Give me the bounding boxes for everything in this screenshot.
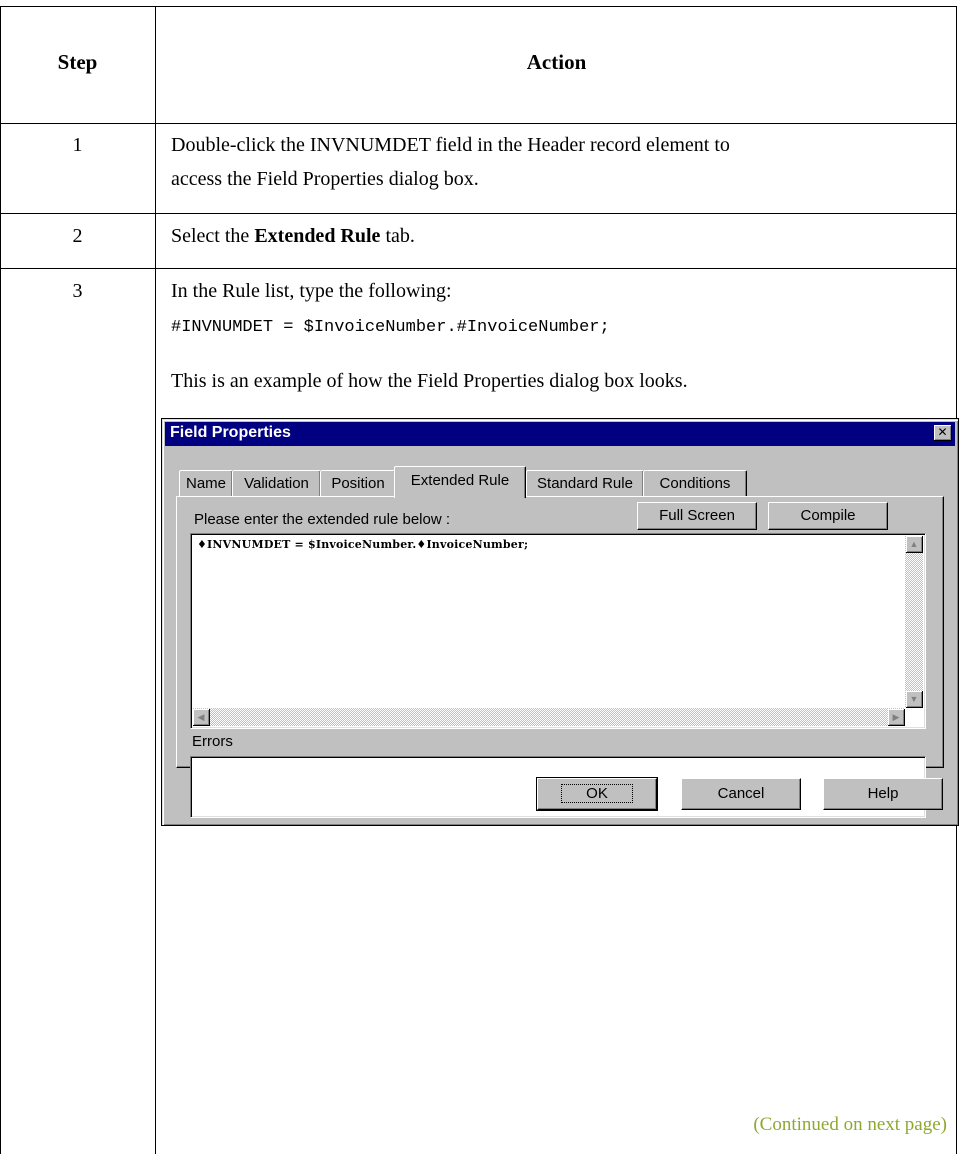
table-row-divider [0,213,957,214]
cancel-button[interactable]: Cancel [681,778,801,810]
step-action-line: access the Field Properties dialog box. [171,168,479,190]
scroll-up-icon[interactable]: ▲ [906,536,923,553]
step-action-text: Double-click the INVNUMDET field in the … [171,128,730,196]
dialog-title: Field Properties [170,424,291,441]
errors-label: Errors [192,733,233,750]
scroll-left-icon[interactable]: ◀ [193,709,210,726]
field-properties-dialog: Field Properties ✕ Name Validation Posit… [161,418,959,826]
scroll-down-icon[interactable]: ▼ [906,691,923,708]
ok-button-label: OK [561,784,633,803]
table-column-divider [155,6,156,1154]
step-column-header: Step [57,50,98,74]
step-number: 1 [72,134,83,156]
step-action-text: Select the Extended Rule tab. [171,219,415,253]
step-action-line: Double-click the INVNUMDET field in the … [171,134,730,156]
table-border-left [0,6,1,1154]
horizontal-scrollbar-track[interactable] [193,708,905,726]
table-border-top [0,6,957,7]
table-row-divider [0,123,957,124]
step-number: 2 [72,225,83,247]
step-action-suffix: tab. [380,225,415,247]
close-icon[interactable]: ✕ [934,425,952,441]
step-number: 3 [72,280,83,302]
tab-extended-rule[interactable]: Extended Rule [394,466,526,498]
help-button[interactable]: Help [823,778,943,810]
full-screen-button[interactable]: Full Screen [637,502,757,530]
extended-rule-text: ♦INVNUMDET = $InvoiceNumber.♦InvoiceNumb… [197,538,529,551]
table-row-divider [0,268,957,269]
vertical-scrollbar-track[interactable] [905,536,923,708]
ok-button[interactable]: OK [536,777,658,811]
tab-validation[interactable]: Validation [232,470,321,497]
tab-position[interactable]: Position [320,470,396,497]
step-action-emphasis: Extended Rule [254,225,381,247]
tab-name[interactable]: Name [179,470,233,497]
tab-conditions[interactable]: Conditions [643,470,747,497]
step-action-prefix: Select the [171,225,255,247]
dialog-titlebar: Field Properties ✕ [165,422,955,446]
compile-button[interactable]: Compile [768,502,888,530]
tab-standard-rule[interactable]: Standard Rule [526,470,644,497]
step-action-note: This is an example of how the Field Prop… [171,370,688,392]
scroll-right-icon[interactable]: ▶ [888,709,905,726]
extended-rule-editor[interactable]: ♦INVNUMDET = $InvoiceNumber.♦InvoiceNumb… [190,533,926,729]
action-column-header: Action [526,50,587,74]
code-sample: #INVNUMDET = $InvoiceNumber.#InvoiceNumb… [171,318,610,337]
continued-note: (Continued on next page) [753,1114,947,1135]
step-action-text: In the Rule list, type the following: [171,280,452,302]
extended-rule-prompt: Please enter the extended rule below : [194,511,451,528]
